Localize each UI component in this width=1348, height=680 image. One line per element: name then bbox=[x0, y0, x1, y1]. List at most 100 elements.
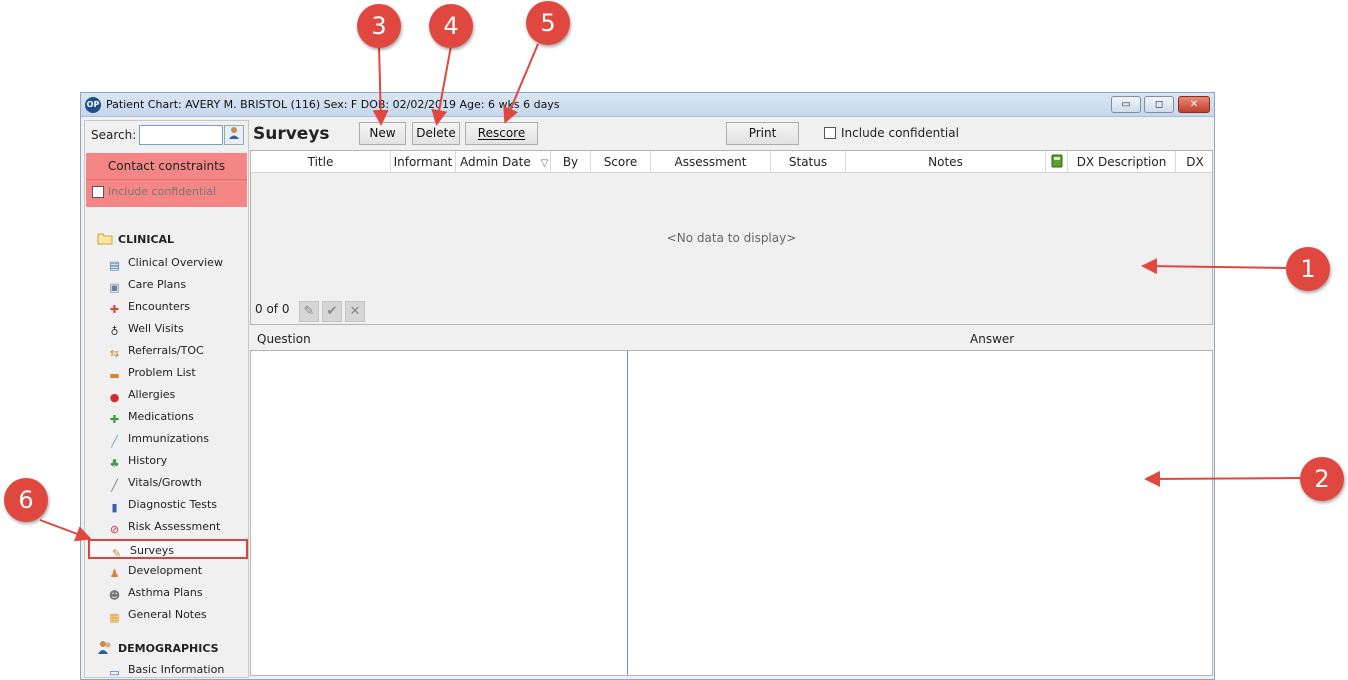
column-informant[interactable]: Informant bbox=[391, 151, 456, 173]
book-icon: ▤ bbox=[109, 259, 120, 272]
green-book-icon bbox=[1050, 154, 1064, 169]
sidebar-item-label: Referrals/TOC bbox=[128, 344, 204, 357]
print-button[interactable]: Print bbox=[726, 122, 799, 145]
title-bar[interactable]: OP Patient Chart: AVERY M. BRISTOL (116)… bbox=[81, 93, 1214, 117]
confirm-check-icon[interactable]: ✔ bbox=[322, 301, 342, 322]
sidebar-item-well-visits[interactable]: ♁ Well Visits bbox=[107, 319, 247, 339]
demographics-heading-label: DEMOGRAPHICS bbox=[118, 642, 219, 655]
surveys-grid[interactable]: Title Informant Admin Date ▽ By Score As… bbox=[250, 150, 1213, 325]
patient-search-icon[interactable] bbox=[224, 125, 244, 145]
sidebar-item-label: Problem List bbox=[128, 366, 196, 379]
sidebar-item-immunizations[interactable]: ╱ Immunizations bbox=[107, 429, 247, 449]
column-by[interactable]: By bbox=[551, 151, 591, 173]
sidebar-item-label: Allergies bbox=[128, 388, 176, 401]
include-confidential-label: Include confidential bbox=[841, 126, 959, 140]
sidebar-include-confidential-label: Include confidential bbox=[108, 185, 217, 198]
callout-6: 6 bbox=[4, 478, 48, 522]
column-notes[interactable]: Notes bbox=[846, 151, 1046, 173]
allergy-icon: ● bbox=[109, 391, 120, 404]
search-input[interactable] bbox=[139, 125, 223, 145]
callout-1: 1 bbox=[1286, 247, 1330, 291]
callout-3: 3 bbox=[357, 4, 401, 48]
column-dx-description[interactable]: DX Description bbox=[1068, 151, 1176, 173]
column-assessment[interactable]: Assessment bbox=[651, 151, 771, 173]
sidebar-item-care-plans[interactable]: ▣ Care Plans bbox=[107, 275, 247, 295]
sidebar-item-label: Development bbox=[128, 564, 203, 577]
demographics-section-heading[interactable]: DEMOGRAPHICS bbox=[97, 640, 219, 655]
sidebar-item-label: Immunizations bbox=[128, 432, 209, 445]
vitals-icon: ╱ bbox=[111, 479, 118, 492]
sidebar-item-label: Basic Information bbox=[128, 663, 225, 676]
rescore-button[interactable]: Rescore bbox=[465, 122, 538, 145]
sidebar-item-risk-assessment[interactable]: ⊘ Risk Assessment bbox=[107, 517, 247, 537]
folder-icon bbox=[97, 232, 113, 245]
contact-constraints-title: Contact constraints bbox=[86, 153, 247, 180]
question-answer-header: Question Answer bbox=[250, 328, 1213, 350]
column-admin-date-label: Admin Date bbox=[460, 155, 531, 169]
care-plan-icon: ▣ bbox=[109, 281, 120, 294]
callout-4: 4 bbox=[429, 4, 473, 48]
sidebar-item-diagnostic-tests[interactable]: ▮ Diagnostic Tests bbox=[107, 495, 247, 515]
column-status[interactable]: Status bbox=[771, 151, 846, 173]
sidebar-item-history[interactable]: ♣ History bbox=[107, 451, 247, 471]
sidebar-item-encounters[interactable]: ✚ Encounters bbox=[107, 297, 247, 317]
sidebar-item-clinical-overview[interactable]: ▤ Clinical Overview bbox=[107, 253, 247, 273]
id-card-icon: ▭ bbox=[109, 666, 120, 678]
sidebar-item-label: Medications bbox=[128, 410, 194, 423]
column-title[interactable]: Title bbox=[251, 151, 391, 173]
callout-2: 2 bbox=[1300, 457, 1344, 501]
survey-clipboard-icon: ✎ bbox=[111, 547, 122, 560]
sidebar-item-problem-list[interactable]: ▬ Problem List bbox=[107, 363, 247, 383]
medication-icon: ✚ bbox=[109, 413, 120, 426]
clinical-heading-label: CLINICAL bbox=[118, 233, 175, 246]
sidebar-item-basic-information[interactable]: ▭ Basic Information bbox=[107, 660, 247, 678]
cancel-x-icon[interactable]: ✕ bbox=[345, 301, 365, 322]
syringe-icon: ╱ bbox=[111, 435, 118, 448]
sidebar-item-asthma-plans[interactable]: ☻ Asthma Plans bbox=[107, 583, 247, 603]
callout-5: 5 bbox=[526, 1, 570, 45]
edit-pencil-icon[interactable]: ✎ bbox=[299, 301, 319, 322]
sidebar-item-surveys[interactable]: ✎ Surveys bbox=[88, 539, 248, 560]
no-symbol-icon: ⊘ bbox=[109, 523, 120, 536]
sidebar-item-development[interactable]: ♟ Development bbox=[107, 561, 247, 581]
asthma-icon: ☻ bbox=[108, 589, 121, 602]
grid-header-row: Title Informant Admin Date ▽ By Score As… bbox=[251, 151, 1212, 173]
close-button[interactable]: ✕ bbox=[1178, 96, 1210, 113]
page-title: Surveys bbox=[253, 124, 330, 144]
sidebar-item-label: General Notes bbox=[128, 608, 207, 621]
sidebar-item-label: Encounters bbox=[128, 300, 190, 313]
sidebar-item-general-notes[interactable]: ▦ General Notes bbox=[107, 605, 247, 625]
column-score[interactable]: Score bbox=[591, 151, 651, 173]
question-answer-panel[interactable] bbox=[250, 350, 1213, 676]
sidebar-item-medications[interactable]: ✚ Medications bbox=[107, 407, 247, 427]
search-label: Search: bbox=[91, 128, 137, 142]
minimize-button[interactable]: ▭ bbox=[1111, 96, 1141, 113]
no-data-message: <No data to display> bbox=[666, 231, 797, 245]
sidebar-item-label: Care Plans bbox=[128, 278, 187, 291]
sidebar-item-referrals-toc[interactable]: ⇆ Referrals/TOC bbox=[107, 341, 247, 361]
column-book[interactable] bbox=[1046, 151, 1068, 173]
test-tubes-icon: ▮ bbox=[111, 501, 118, 514]
chart-sidebar: Search: Contact constraints Include conf… bbox=[84, 120, 249, 678]
column-dx[interactable]: DX bbox=[1176, 151, 1214, 173]
maximize-button[interactable]: ◻ bbox=[1144, 96, 1174, 113]
sidebar-item-label: History bbox=[128, 454, 168, 467]
screenshot-stage: OP Patient Chart: AVERY M. BRISTOL (116)… bbox=[0, 0, 1348, 680]
app-logo-icon: OP bbox=[85, 97, 101, 113]
include-confidential-checkbox[interactable] bbox=[824, 127, 836, 139]
sidebar-item-vitals-growth[interactable]: ╱ Vitals/Growth bbox=[107, 473, 247, 493]
sidebar-item-label: Clinical Overview bbox=[128, 256, 223, 269]
sidebar-item-label: Vitals/Growth bbox=[128, 476, 202, 489]
new-button[interactable]: New bbox=[359, 122, 406, 145]
delete-button[interactable]: Delete bbox=[412, 122, 460, 145]
sidebar-item-label: Risk Assessment bbox=[128, 520, 221, 533]
referral-icon: ⇆ bbox=[109, 347, 120, 360]
sidebar-include-confidential-checkbox[interactable] bbox=[92, 186, 104, 198]
sidebar-item-label: Surveys bbox=[130, 544, 174, 557]
clinical-section-heading[interactable]: CLINICAL bbox=[97, 232, 174, 246]
pager-count: 0 of 0 bbox=[255, 302, 290, 316]
question-answer-splitter[interactable] bbox=[627, 351, 628, 675]
column-admin-date[interactable]: Admin Date ▽ bbox=[456, 151, 551, 173]
sidebar-item-allergies[interactable]: ● Allergies bbox=[107, 385, 247, 405]
family-tree-icon: ♣ bbox=[109, 457, 120, 470]
